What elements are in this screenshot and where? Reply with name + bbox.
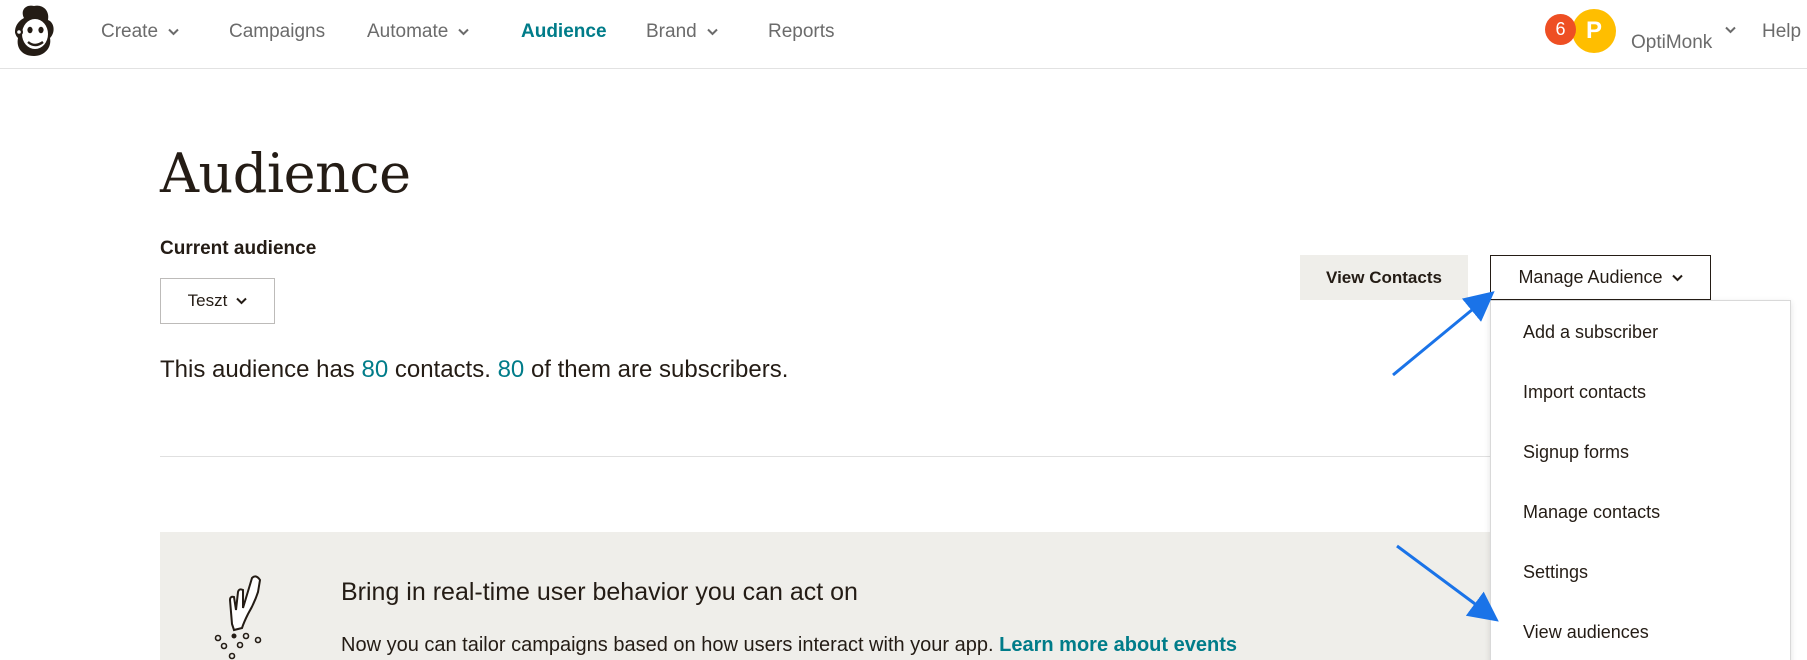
nav-audience-label: Audience <box>521 21 607 42</box>
summary-suffix: of them are subscribers. <box>530 356 789 383</box>
audience-select-value: Teszt <box>187 291 228 310</box>
chevron-down-icon[interactable] <box>1725 26 1736 34</box>
top-navigation: Create Campaigns Automate Audience Brand… <box>0 0 1807 69</box>
dropdown-item-add-subscriber[interactable]: Add a subscriber <box>1523 322 1658 343</box>
nav-campaigns[interactable]: Campaigns <box>229 21 325 43</box>
nav-automate[interactable]: Automate <box>367 21 470 43</box>
chevron-down-icon <box>168 28 179 36</box>
nav-campaigns-label: Campaigns <box>229 21 326 42</box>
nav-brand[interactable]: Brand <box>646 21 718 43</box>
view-contacts-button[interactable]: View Contacts <box>1300 255 1468 300</box>
dropdown-item-view-audiences[interactable]: View audiences <box>1523 622 1649 643</box>
help-link[interactable]: Help <box>1762 21 1801 43</box>
manage-audience-label: Manage Audience <box>1518 267 1663 287</box>
chevron-down-icon <box>458 28 470 36</box>
events-banner: Bring in real-time user behavior you can… <box>160 532 1580 660</box>
audience-select[interactable]: Teszt <box>160 278 275 324</box>
dropdown-item-import-contacts[interactable]: Import contacts <box>1523 382 1646 403</box>
section-divider <box>160 456 1510 457</box>
dropdown-item-signup-forms[interactable]: Signup forms <box>1523 442 1629 463</box>
nav-automate-label: Automate <box>367 21 449 42</box>
nav-brand-label: Brand <box>646 21 697 42</box>
summary-prefix: This audience has <box>160 356 355 383</box>
account-name[interactable]: OptiMonk <box>1631 32 1712 54</box>
notification-badge[interactable]: 6 <box>1545 14 1576 45</box>
page-title: Audience <box>160 142 411 205</box>
summary-middle: contacts. <box>394 356 491 383</box>
audience-summary: This audience has 80 contacts. 80 of the… <box>160 356 788 384</box>
manage-audience-dropdown: Add a subscriber Import contacts Signup … <box>1490 300 1791 660</box>
hand-seeds-icon <box>214 575 262 660</box>
annotation-arrow-manage <box>1392 291 1495 377</box>
chevron-down-icon <box>706 28 718 36</box>
nav-audience[interactable]: Audience <box>521 21 607 43</box>
banner-title: Bring in real-time user behavior you can… <box>341 578 858 606</box>
dropdown-item-settings[interactable]: Settings <box>1523 562 1588 583</box>
dropdown-item-manage-contacts[interactable]: Manage contacts <box>1523 502 1660 523</box>
mailchimp-logo-icon[interactable] <box>10 2 58 58</box>
banner-description: Now you can tailor campaigns based on ho… <box>341 634 994 656</box>
nav-create-label: Create <box>101 21 159 42</box>
contacts-count: 80 <box>361 356 389 383</box>
subscribers-count: 80 <box>497 356 525 383</box>
current-audience-label: Current audience <box>160 238 317 259</box>
manage-audience-button[interactable]: Manage Audience <box>1490 255 1711 300</box>
nav-reports[interactable]: Reports <box>768 21 835 43</box>
nav-reports-label: Reports <box>768 21 835 42</box>
avatar[interactable]: P <box>1572 9 1616 53</box>
banner-text: Now you can tailor campaigns based on ho… <box>341 634 1237 657</box>
learn-more-events-link[interactable]: Learn more about events <box>999 634 1237 656</box>
chevron-down-icon <box>1671 274 1683 281</box>
chevron-down-icon <box>236 297 248 305</box>
nav-create[interactable]: Create <box>101 21 179 43</box>
